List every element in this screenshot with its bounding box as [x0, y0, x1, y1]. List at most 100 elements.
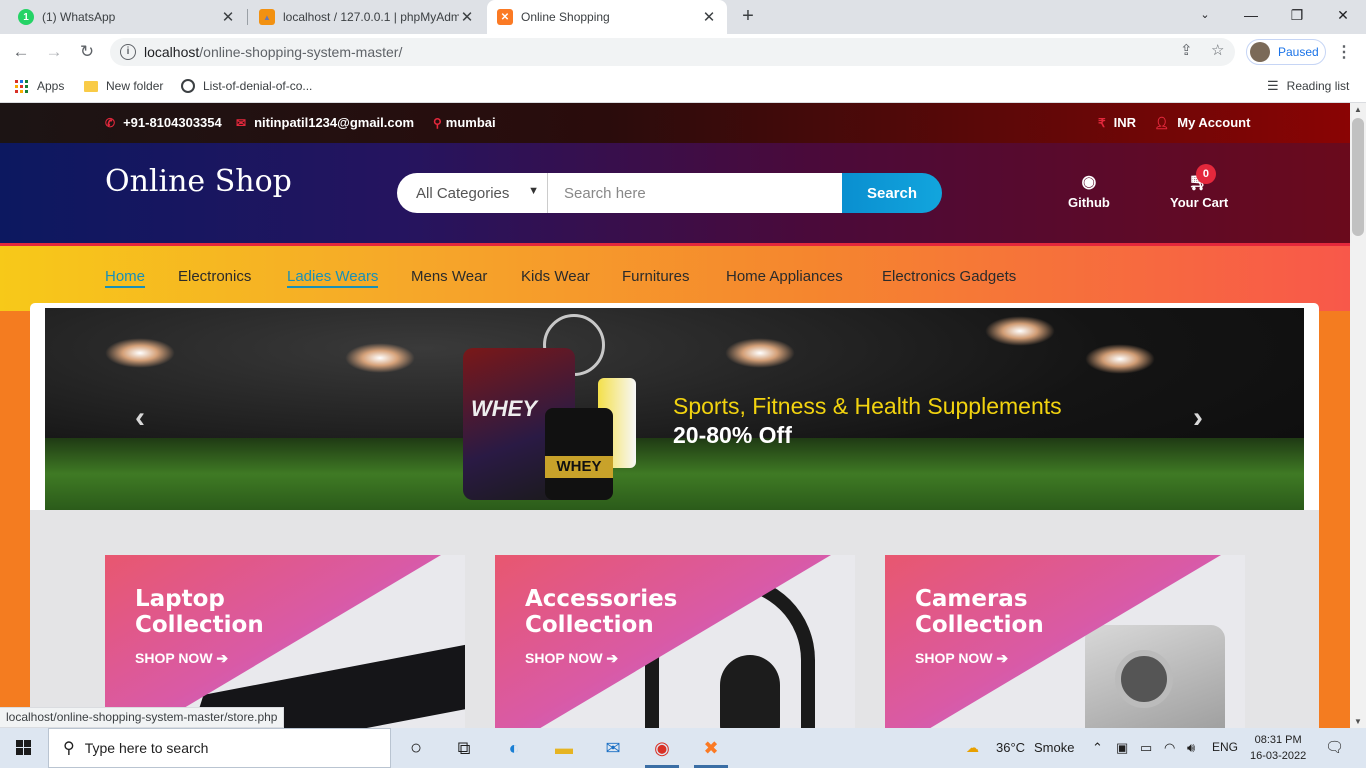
- file-explorer-icon[interactable]: ▬: [551, 736, 577, 760]
- cart-count-badge: 0: [1195, 164, 1216, 184]
- address-bar[interactable]: i localhost/online-shopping-system-maste…: [110, 38, 1235, 66]
- restore-icon[interactable]: ❐: [1274, 0, 1320, 30]
- nav-kids-wear[interactable]: Kids Wear: [521, 268, 590, 285]
- back-icon[interactable]: ←: [10, 41, 32, 63]
- show-hidden-icons-icon[interactable]: ⌃: [1092, 740, 1103, 756]
- nav-mens-wear[interactable]: Mens Wear: [411, 268, 487, 285]
- language-indicator[interactable]: ENG: [1212, 740, 1238, 754]
- apps-icon: [15, 79, 28, 93]
- notifications-icon[interactable]: 🗨︎: [1325, 738, 1344, 756]
- carousel-next-icon[interactable]: ›: [1193, 401, 1203, 435]
- phone-link[interactable]: ✆ +91-8104303354: [105, 115, 222, 130]
- url-path: /online-shopping-system-master/: [199, 44, 403, 60]
- cart-link[interactable]: 🛒︎0 Your Cart: [1170, 164, 1229, 210]
- browser-menu-icon[interactable]: ⋮: [1336, 42, 1352, 62]
- camera-lens-image: [1115, 650, 1173, 708]
- laptop-collection-card[interactable]: Laptop Collection SHOP NOW ➔: [105, 555, 465, 728]
- arrow-circle-right-icon: ➔: [216, 650, 229, 666]
- tab-phpmyadmin[interactable]: ▲ localhost / 127.0.0.1 | phpMyAdmin ✕: [249, 0, 485, 34]
- site-logo[interactable]: Online Shop: [105, 164, 292, 199]
- card-title: Cameras Collection: [915, 586, 1044, 638]
- bookmark-new-folder[interactable]: New folder: [84, 77, 163, 95]
- battery-icon[interactable]: ▭: [1140, 740, 1152, 756]
- bookmark-apps[interactable]: Apps: [15, 77, 64, 95]
- device-icon[interactable]: ▣: [1116, 740, 1128, 756]
- close-tab-icon[interactable]: ✕: [220, 8, 236, 26]
- bag-label: WHEY: [471, 396, 537, 421]
- stadium-light-graphic: [1085, 344, 1155, 374]
- share-icon[interactable]: ⇪: [1180, 41, 1193, 59]
- category-select[interactable]: All Categories ▼: [397, 173, 548, 213]
- scroll-down-icon[interactable]: ▼: [1350, 717, 1366, 726]
- email-link[interactable]: ✉ nitinpatil1234@gmail.com: [236, 115, 414, 130]
- headphone-cup-image: [720, 655, 780, 728]
- currency-link[interactable]: ₹ INR: [1098, 115, 1136, 130]
- system-clock[interactable]: 08:31 PM 16-03-2022: [1250, 732, 1306, 764]
- nav-home[interactable]: Home: [105, 268, 146, 288]
- close-tab-icon[interactable]: ✕: [459, 8, 475, 26]
- close-window-icon[interactable]: ✕: [1320, 0, 1366, 30]
- my-account-link[interactable]: 👤︎ My Account: [1154, 115, 1250, 130]
- card-title: Accessories Collection: [525, 586, 678, 638]
- nav-electronics-gadgets[interactable]: Electronics Gadgets: [882, 268, 1016, 285]
- site-info-icon[interactable]: i: [120, 44, 136, 60]
- weather-description[interactable]: Smoke: [1034, 740, 1074, 755]
- currency-text: INR: [1113, 115, 1137, 130]
- weather-temperature[interactable]: 36°C: [996, 740, 1025, 755]
- taskbar-search-placeholder: Type here to search: [84, 740, 209, 756]
- stadium-light-graphic: [725, 338, 795, 368]
- cortana-icon[interactable]: ○: [403, 736, 429, 760]
- cart-icon: 🛒︎0: [1188, 164, 1216, 191]
- shop-now-link[interactable]: SHOP NOW ➔: [915, 650, 1008, 667]
- cameras-collection-card[interactable]: Cameras Collection SHOP NOW ➔: [885, 555, 1245, 728]
- tab-whatsapp[interactable]: 1 (1) WhatsApp ✕: [8, 0, 246, 34]
- nav-electronics[interactable]: Electronics: [178, 268, 251, 285]
- reload-icon[interactable]: ↻: [76, 41, 98, 63]
- bookmark-list-denial[interactable]: List-of-denial-of-co...: [181, 77, 312, 95]
- whey-tub-graphic: WHEY: [545, 408, 613, 500]
- carousel-prev-icon[interactable]: ‹: [135, 401, 145, 435]
- nav-furnitures[interactable]: Furnitures: [622, 268, 690, 285]
- weather-icon[interactable]: ☁: [966, 740, 979, 756]
- xampp-taskbar-icon[interactable]: ✖: [694, 736, 728, 768]
- page-scrollbar[interactable]: ▲ ▼: [1350, 103, 1366, 728]
- xampp-icon: ✕: [497, 9, 513, 25]
- location-link[interactable]: ⚲ mumbai: [433, 115, 496, 130]
- bookmark-star-icon[interactable]: ☆: [1211, 41, 1224, 59]
- bookmark-label: List-of-denial-of-co...: [203, 79, 313, 93]
- volume-icon[interactable]: 🔊︎: [1187, 740, 1195, 756]
- screen: 1 (1) WhatsApp ✕ ▲ localhost / 127.0.0.1…: [0, 0, 1366, 768]
- nav-ladies-wears[interactable]: Ladies Wears: [287, 268, 379, 288]
- cart-label: Your Cart: [1170, 195, 1229, 210]
- mail-icon[interactable]: ✉: [600, 736, 626, 760]
- accessories-collection-card[interactable]: Accessories Collection SHOP NOW ➔: [495, 555, 855, 728]
- scrollbar-thumb[interactable]: [1352, 118, 1364, 236]
- task-view-icon[interactable]: ⧉: [451, 736, 477, 760]
- windows-start-icon[interactable]: [16, 740, 31, 755]
- taskbar-search-box[interactable]: ⚲ Type here to search: [48, 728, 391, 768]
- wifi-icon[interactable]: ◠: [1164, 740, 1175, 756]
- shop-now-link[interactable]: SHOP NOW ➔: [525, 650, 618, 667]
- tab-search-chevron-icon[interactable]: ⌄: [1182, 0, 1228, 30]
- clock-date: 16-03-2022: [1250, 750, 1307, 762]
- tub-label: WHEY: [545, 456, 613, 478]
- forward-icon[interactable]: →: [43, 41, 65, 63]
- reading-list-button[interactable]: ☰ Reading list: [1267, 77, 1349, 95]
- shop-now-link[interactable]: SHOP NOW ➔: [135, 650, 228, 667]
- github-link[interactable]: ◉ Github: [1068, 173, 1110, 211]
- new-tab-icon[interactable]: +: [737, 5, 759, 27]
- search-input[interactable]: [548, 173, 842, 213]
- chrome-icon[interactable]: ◉: [645, 736, 679, 768]
- bookmark-label: New folder: [106, 79, 164, 93]
- tab-online-shopping[interactable]: ✕ Online Shopping ✕: [487, 0, 727, 34]
- scroll-up-icon[interactable]: ▲: [1350, 105, 1366, 114]
- edge-icon[interactable]: ◐: [501, 736, 527, 760]
- close-tab-icon[interactable]: ✕: [701, 8, 717, 26]
- nav-home-appliances[interactable]: Home Appliances: [726, 268, 843, 285]
- tab-title: Online Shopping: [521, 10, 610, 24]
- carousel-slide[interactable]: WHEY WHEY Sports, Fitness & Health Suppl…: [45, 308, 1304, 510]
- profile-button[interactable]: Paused: [1246, 39, 1326, 65]
- search-button[interactable]: Search: [842, 173, 942, 213]
- phone-icon: ✆: [105, 115, 116, 130]
- minimize-icon[interactable]: —: [1228, 0, 1274, 30]
